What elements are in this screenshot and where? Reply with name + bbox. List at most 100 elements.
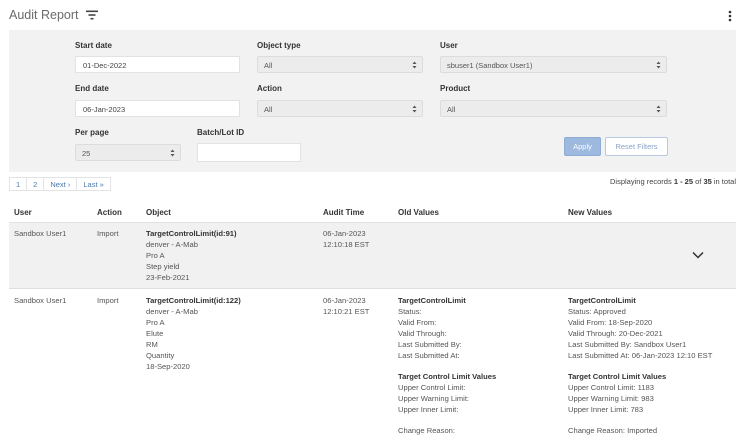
old-value-line: Upper Control Limit:	[398, 383, 466, 392]
select-arrows-icon	[656, 105, 661, 113]
column-header-old-values: Old Values	[398, 208, 439, 217]
old-change-reason: Change Reason:	[398, 426, 455, 435]
user-label: User	[440, 41, 458, 50]
page-1-link[interactable]: 1	[10, 178, 28, 190]
new-value-line: Last Submitted At: 06-Jan-2023 12:10 EST	[568, 351, 713, 360]
table-row[interactable]: Sandbox User1 Import TargetControlLimit(…	[9, 290, 736, 445]
records-suffix: in total	[713, 177, 736, 186]
object-line: denver - A-Mab	[146, 307, 198, 316]
page-title: Audit Report	[9, 8, 79, 22]
user-select[interactable]: sbuser1 (Sandbox User1)	[440, 56, 667, 73]
new-value-line: Upper Inner Limit: 783	[568, 405, 644, 414]
records-prefix: Displaying records	[610, 177, 672, 186]
object-cell: TargetControlLimit(id:122) denver - A-Ma…	[146, 295, 241, 372]
apply-button[interactable]: Apply	[564, 137, 601, 156]
select-arrows-icon	[170, 149, 175, 157]
action-select[interactable]: All	[257, 100, 423, 117]
new-value-line: Status: Approved	[568, 307, 626, 316]
table-row[interactable]: Sandbox User1 Import TargetControlLimit(…	[9, 223, 736, 289]
select-arrows-icon	[412, 61, 417, 69]
audit-date: 06-Jan-2023	[323, 229, 366, 238]
object-line: Pro A	[146, 251, 165, 260]
end-date-label: End date	[75, 84, 109, 93]
records-summary: Displaying records 1 - 25 of 35 in total	[610, 177, 736, 186]
action-cell: Import	[97, 229, 119, 238]
audit-time-cell: 06-Jan-2023 12:10:18 EST	[323, 228, 369, 250]
report-header: Audit Report	[0, 0, 750, 30]
user-cell: Sandbox User1	[14, 296, 67, 305]
old-limit-values-cell: Target Control Limit Values Upper Contro…	[398, 371, 496, 415]
per-page-value: 25	[82, 149, 91, 158]
records-range: 1 - 25	[673, 177, 693, 186]
old-values-cell: TargetControlLimit Status: Valid From: V…	[398, 295, 466, 361]
object-line: Pro A	[146, 318, 165, 327]
column-header-user: User	[14, 208, 32, 217]
expand-chevron-icon[interactable]	[692, 251, 704, 259]
user-value: sbuser1 (Sandbox User1)	[447, 61, 533, 70]
new-value-line: Upper Control Limit: 1183	[568, 383, 654, 392]
product-select[interactable]: All	[440, 100, 667, 117]
object-line: 18-Sep-2020	[146, 362, 190, 371]
filter-panel: Start date 01-Dec-2022 Object type All U…	[9, 30, 736, 172]
action-cell: Import	[97, 296, 119, 305]
select-arrows-icon	[412, 105, 417, 113]
old-value-line: Status:	[398, 307, 422, 316]
object-type-select[interactable]: All	[257, 56, 423, 73]
page-2-link[interactable]: 2	[27, 178, 45, 190]
old-value-line: Last Submitted At:	[398, 351, 460, 360]
column-header-audit-time: Audit Time	[323, 208, 365, 217]
reset-filters-button[interactable]: Reset Filters	[605, 137, 668, 156]
next-page-link[interactable]: Next ›	[44, 178, 78, 190]
batch-lot-label: Batch/Lot ID	[197, 128, 245, 137]
old-value-line: Last Submitted By:	[398, 340, 462, 349]
object-type-value: All	[264, 61, 273, 70]
new-value-line: Valid Through: 20-Dec-2021	[568, 329, 663, 338]
last-page-link[interactable]: Last »	[77, 178, 109, 190]
object-cell: TargetControlLimit(id:91) denver - A-Mab…	[146, 228, 237, 283]
object-line: denver - A-Mab	[146, 240, 198, 249]
column-header-new-values: New Values	[568, 208, 613, 217]
object-line: 23-Feb-2021	[146, 273, 190, 282]
action-label: Action	[257, 84, 282, 93]
audit-clock: 12:10:21 EST	[323, 307, 370, 316]
column-header-action: Action	[97, 208, 122, 217]
new-change-reason: Change Reason: Imported	[568, 426, 658, 435]
more-options-icon[interactable]	[726, 9, 734, 23]
column-header-object: Object	[146, 208, 171, 217]
old-value-line: Upper Warning Limit:	[398, 394, 470, 403]
end-date-input[interactable]: 06-Jan-2023	[75, 100, 240, 117]
new-value-line: Valid From: 18-Sep-2020	[568, 318, 653, 327]
old-value-line: Valid Through:	[398, 329, 447, 338]
pagination: 1 2 Next › Last »	[9, 177, 111, 191]
new-value-line: Last Submitted By: Sandbox User1	[568, 340, 687, 349]
per-page-label: Per page	[75, 128, 109, 137]
new-values-title: TargetControlLimit	[568, 296, 636, 305]
old-value-line: Valid From:	[398, 318, 437, 327]
batch-lot-input[interactable]	[197, 143, 301, 162]
filter-icon[interactable]	[86, 10, 98, 20]
per-page-select[interactable]: 25	[75, 144, 181, 161]
object-line: Elute	[146, 329, 164, 338]
object-line: RM	[146, 340, 158, 349]
product-label: Product	[440, 84, 471, 93]
old-value-line: Upper Inner Limit:	[398, 405, 459, 414]
audit-clock: 12:10:18 EST	[323, 240, 370, 249]
product-value: All	[447, 105, 456, 114]
object-line: Quantity	[146, 351, 175, 360]
object-title: TargetControlLimit(id:91)	[146, 229, 237, 238]
old-limit-values-title: Target Control Limit Values	[398, 372, 497, 381]
object-line: Step yield	[146, 262, 180, 271]
new-value-line: Upper Warning Limit: 983	[568, 394, 654, 403]
records-total: 35	[703, 177, 712, 186]
new-values-cell: TargetControlLimit Status: Approved Vali…	[568, 295, 712, 361]
select-arrows-icon	[656, 61, 661, 69]
action-value: All	[264, 105, 273, 114]
user-cell: Sandbox User1	[14, 229, 67, 238]
old-values-title: TargetControlLimit	[398, 296, 466, 305]
new-limit-values-cell: Target Control Limit Values Upper Contro…	[568, 371, 666, 415]
new-limit-values-title: Target Control Limit Values	[568, 372, 667, 381]
start-date-input[interactable]: 01-Dec-2022	[75, 56, 240, 73]
start-date-label: Start date	[75, 41, 112, 50]
records-of: of	[695, 177, 702, 186]
object-title: TargetControlLimit(id:122)	[146, 296, 241, 305]
